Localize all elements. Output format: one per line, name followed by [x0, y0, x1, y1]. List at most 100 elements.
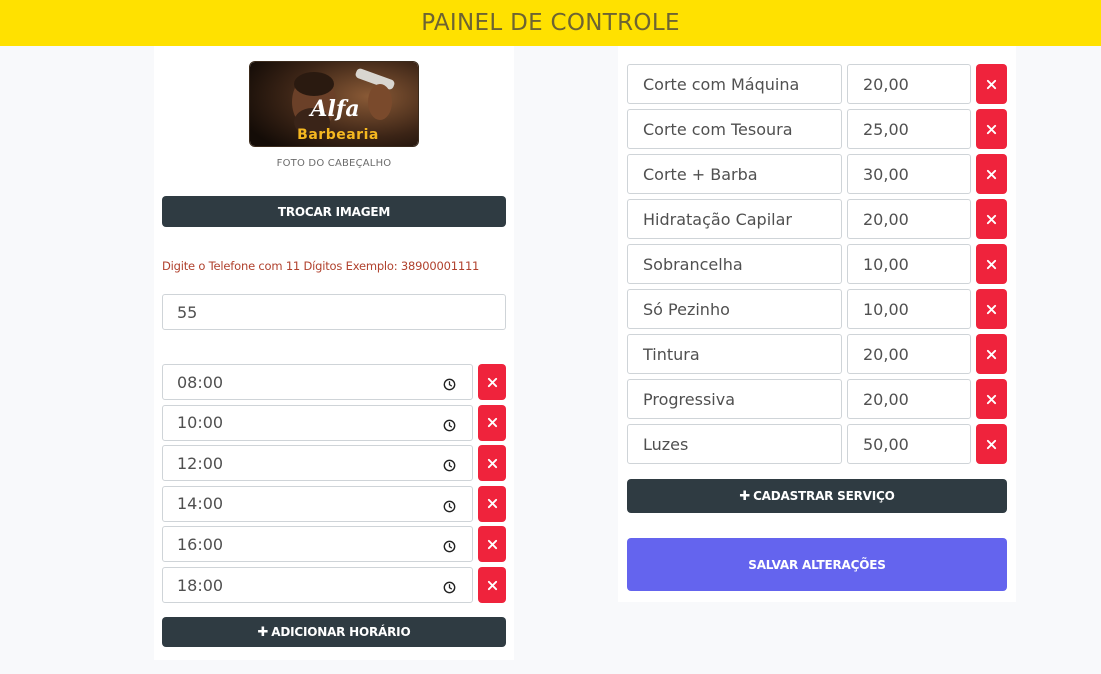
close-icon [986, 169, 997, 180]
clock-icon[interactable] [443, 376, 456, 391]
service-price-input[interactable]: 20,00 [847, 64, 971, 104]
plus-icon: ✚ [257, 624, 269, 640]
service-name: Corte com Tesoura [643, 119, 793, 139]
delete-time-button[interactable] [478, 567, 506, 603]
time-input[interactable]: 14:00 [162, 485, 473, 522]
service-name-input[interactable]: Corte + Barba [627, 154, 842, 194]
delete-service-button[interactable] [976, 109, 1007, 149]
delete-time-button[interactable] [478, 526, 506, 563]
add-service-label: CADASTRAR SERVIÇO [753, 489, 895, 503]
time-value: 12:00 [177, 453, 224, 473]
service-price: 50,00 [863, 434, 909, 454]
clock-icon[interactable] [443, 538, 456, 553]
service-row: Progressiva 20,00 [627, 379, 1007, 419]
service-row: Hidratação Capilar 20,00 [627, 199, 1007, 239]
service-price-input[interactable]: 25,00 [847, 109, 971, 149]
phone-value: 55 [177, 302, 198, 322]
time-value: 14:00 [177, 494, 224, 514]
delete-service-button[interactable] [976, 289, 1007, 329]
page-title: PAINEL DE CONTROLE [421, 10, 680, 36]
clock-icon[interactable] [443, 579, 456, 594]
service-price-input[interactable]: 10,00 [847, 244, 971, 284]
close-icon [986, 214, 997, 225]
phone-hint: Digite o Telefone com 11 Dígitos Exemplo… [162, 259, 480, 273]
close-icon [487, 539, 498, 550]
service-name: Hidratação Capilar [643, 209, 792, 229]
delete-service-button[interactable] [976, 424, 1007, 464]
logo-line2: Barbearia [297, 127, 379, 143]
service-row: Tintura 20,00 [627, 334, 1007, 374]
close-icon [487, 377, 498, 388]
service-price-input[interactable]: 30,00 [847, 154, 971, 194]
service-name-input[interactable]: Sobrancelha [627, 244, 842, 284]
left-panel: Alfa Barbearia FOTO DO CABEÇALHO TROCAR … [154, 46, 514, 660]
service-name: Progressiva [643, 389, 735, 409]
clock-icon[interactable] [443, 457, 456, 472]
time-value: 18:00 [177, 575, 224, 595]
time-input[interactable]: 08:00 [162, 364, 473, 400]
delete-time-button[interactable] [478, 364, 506, 400]
service-name-input[interactable]: Progressiva [627, 379, 842, 419]
time-input[interactable]: 18:00 [162, 567, 473, 603]
delete-service-button[interactable] [976, 64, 1007, 104]
delete-service-button[interactable] [976, 154, 1007, 194]
time-row: 08:00 [162, 364, 506, 400]
delete-service-button[interactable] [976, 199, 1007, 239]
service-name: Corte com Máquina [643, 74, 800, 94]
close-icon [986, 124, 997, 135]
service-price: 20,00 [863, 209, 909, 229]
time-row: 16:00 [162, 526, 506, 563]
clock-icon[interactable] [443, 498, 456, 513]
delete-service-button[interactable] [976, 334, 1007, 374]
service-price-input[interactable]: 20,00 [847, 334, 971, 374]
time-value: 16:00 [177, 534, 224, 554]
service-row: Só Pezinho 10,00 [627, 289, 1007, 329]
service-name-input[interactable]: Só Pezinho [627, 289, 842, 329]
service-row: Sobrancelha 10,00 [627, 244, 1007, 284]
logo-line1: Alfa [308, 96, 359, 122]
service-name-input[interactable]: Corte com Máquina [627, 64, 842, 104]
time-input[interactable]: 16:00 [162, 526, 473, 563]
close-icon [986, 79, 997, 90]
delete-service-button[interactable] [976, 244, 1007, 284]
service-price-input[interactable]: 20,00 [847, 199, 971, 239]
clock-icon[interactable] [443, 417, 456, 431]
delete-time-button[interactable] [478, 404, 506, 441]
service-name: Luzes [643, 434, 689, 454]
add-service-button[interactable]: ✚ CADASTRAR SERVIÇO [627, 479, 1007, 513]
service-name-input[interactable]: Tintura [627, 334, 842, 374]
delete-service-button[interactable] [976, 379, 1007, 419]
service-price: 30,00 [863, 164, 909, 184]
service-row: Corte + Barba 30,00 [627, 154, 1007, 194]
plus-icon: ✚ [739, 488, 751, 504]
service-price-input[interactable]: 20,00 [847, 379, 971, 419]
service-price: 25,00 [863, 119, 909, 139]
time-row: 18:00 [162, 567, 506, 603]
phone-input[interactable]: 55 [162, 294, 506, 330]
service-name-input[interactable]: Luzes [627, 424, 842, 464]
delete-time-button[interactable] [478, 485, 506, 522]
service-name: Tintura [643, 344, 700, 364]
save-changes-button[interactable]: SALVAR ALTERAÇÕES [627, 538, 1007, 591]
service-name-input[interactable]: Hidratação Capilar [627, 199, 842, 239]
close-icon [487, 580, 498, 591]
service-row: Corte com Tesoura 25,00 [627, 109, 1007, 149]
add-time-button[interactable]: ✚ ADICIONAR HORÁRIO [162, 617, 506, 647]
service-price: 10,00 [863, 299, 909, 319]
service-price: 20,00 [863, 344, 909, 364]
time-row: 10:00 [162, 404, 506, 441]
service-row: Luzes 50,00 [627, 424, 1007, 464]
time-value: 08:00 [177, 372, 224, 392]
time-input[interactable]: 12:00 [162, 445, 473, 482]
time-row: 14:00 [162, 485, 506, 522]
close-icon [986, 394, 997, 405]
change-image-button[interactable]: TROCAR IMAGEM [162, 196, 506, 227]
service-name-input[interactable]: Corte com Tesoura [627, 109, 842, 149]
close-icon [986, 259, 997, 270]
service-price-input[interactable]: 50,00 [847, 424, 971, 464]
service-row: Corte com Máquina 20,00 [627, 64, 1007, 104]
service-name: Só Pezinho [643, 299, 730, 319]
delete-time-button[interactable] [478, 445, 506, 482]
service-price-input[interactable]: 10,00 [847, 289, 971, 329]
time-input[interactable]: 10:00 [162, 404, 473, 441]
